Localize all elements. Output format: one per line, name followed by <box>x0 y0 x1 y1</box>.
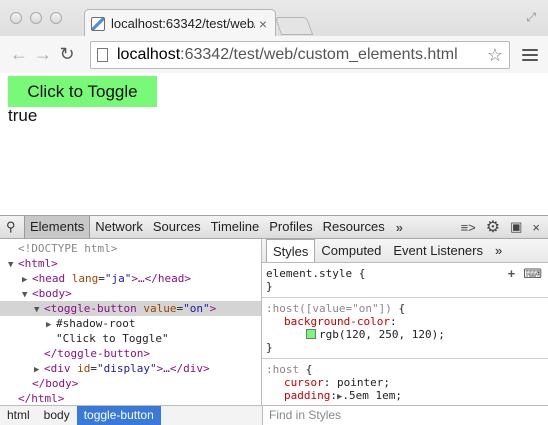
tab-resources[interactable]: Resources <box>318 216 390 238</box>
bookmark-star-icon[interactable]: ☆ <box>487 45 503 66</box>
search-icon[interactable]: ⚲ <box>6 219 24 235</box>
breadcrumb-html[interactable]: html <box>0 406 37 425</box>
css-prop-cursor[interactable]: cursor: pointer; <box>266 376 544 389</box>
color-swatch-icon[interactable] <box>306 329 316 339</box>
gear-icon[interactable]: ⚙ <box>486 217 500 237</box>
url-text[interactable]: localhost:63342/test/web/custom_elements… <box>117 46 458 64</box>
new-style-rule-plus-icon[interactable]: + <box>508 267 516 280</box>
close-devtools-icon[interactable]: × <box>532 220 540 235</box>
styles-more-chevron-icon[interactable]: » <box>489 239 508 262</box>
fullscreen-icon[interactable]: ⤢ <box>526 10 536 25</box>
dom-node-shadow-root[interactable]: ▶ #shadow-root <box>0 316 261 331</box>
tab-network[interactable]: Network <box>90 216 148 238</box>
console-drawer-icon[interactable]: ≡> <box>461 220 476 235</box>
page-icon <box>97 47 108 62</box>
tab-timeline[interactable]: Timeline <box>206 216 265 238</box>
devtools-footer: html body toggle-button Find in Styles <box>0 405 548 425</box>
zoom-window-icon[interactable] <box>50 12 62 24</box>
find-in-styles-input[interactable]: Find in Styles <box>262 406 548 425</box>
more-tabs-chevron-icon[interactable]: » <box>390 220 409 235</box>
browser-titlebar: localhost:63342/test/web/ × ⤢ ← → ↻ loca… <box>0 0 548 73</box>
menu-icon[interactable] <box>522 48 538 61</box>
tab-title: localhost:63342/test/web/ <box>111 16 255 31</box>
css-prop-background-color[interactable]: background-color: <box>266 315 544 328</box>
dom-node-html-close[interactable]: </html> <box>0 391 261 405</box>
window-controls <box>10 12 62 24</box>
elements-tree[interactable]: <!DOCTYPE html> ▼ <html> ▶ <head lang="ja"… <box>0 239 262 405</box>
dom-node-head[interactable]: ▶ <head lang="ja">…</head> <box>0 271 261 286</box>
tab-profiles[interactable]: Profiles <box>264 216 317 238</box>
toggle-button[interactable]: Click to Toggle <box>8 76 157 107</box>
page-content: Click to Toggle true <box>0 74 548 215</box>
display-text: true <box>8 106 38 125</box>
dom-node-toggle-close[interactable]: </toggle-button> <box>0 346 261 361</box>
breadcrumb-toggle-button[interactable]: toggle-button <box>76 406 161 425</box>
css-value-background-color[interactable]: rgb(120, 250, 120); <box>266 328 544 341</box>
browser-toolbar: ← → ↻ localhost:63342/test/web/custom_el… <box>0 36 548 73</box>
dom-node-div-display[interactable]: ▶ <div id="display">…</div> <box>0 361 261 376</box>
tab-elements[interactable]: Elements <box>24 216 91 238</box>
page-favicon-icon <box>91 16 105 31</box>
new-tab-button[interactable] <box>274 17 314 35</box>
tab-styles[interactable]: Styles <box>266 239 316 262</box>
dom-node-body[interactable]: ▼ <body> <box>0 286 261 301</box>
devtools-toolbar: ⚲ Elements Network Sources Timeline Prof… <box>0 215 548 239</box>
tab-event-listeners[interactable]: Event Listeners <box>387 239 489 262</box>
dom-node-doctype[interactable]: <!DOCTYPE html> <box>0 241 261 256</box>
browser-tab[interactable]: localhost:63342/test/web/ × <box>84 9 276 37</box>
styles-sidebar: Styles Computed Event Listeners » elemen… <box>262 239 548 405</box>
tab-computed[interactable]: Computed <box>315 239 387 262</box>
minimize-window-icon[interactable] <box>30 12 42 24</box>
styles-tabs: Styles Computed Event Listeners » <box>262 239 548 263</box>
css-rule-host[interactable]: :host { cursor: pointer; padding:▶.5em 1… <box>262 359 548 405</box>
forward-button[interactable]: → <box>32 44 54 65</box>
css-prop-padding[interactable]: padding:▶.5em 1em; <box>266 389 544 404</box>
address-bar[interactable]: localhost:63342/test/web/custom_elements… <box>90 40 510 69</box>
tab-sources[interactable]: Sources <box>148 216 206 238</box>
dom-node-html[interactable]: ▼ <html> <box>0 256 261 271</box>
close-window-icon[interactable] <box>10 12 22 24</box>
dom-node-text[interactable]: "Click to Toggle" <box>0 331 261 346</box>
dom-node-body-close[interactable]: </body> <box>0 376 261 391</box>
breadcrumb-body[interactable]: body <box>37 406 77 425</box>
css-rule-host-value-on[interactable]: :host([value="on"]) { background-color: … <box>262 298 548 359</box>
dock-side-icon[interactable]: ▣ <box>510 219 522 235</box>
toggle-element-state-icon[interactable]: ⌨ <box>523 267 542 280</box>
url-host: localhost <box>117 45 181 63</box>
devtools-panel: ⚲ Elements Network Sources Timeline Prof… <box>0 215 548 425</box>
css-rule-element-style[interactable]: element.style { } + ⌨ <box>262 263 548 298</box>
dom-node-toggle-button[interactable]: ▼ <toggle-button value="on"> <box>0 301 261 316</box>
back-button[interactable]: ← <box>8 44 30 65</box>
reload-button[interactable]: ↻ <box>56 44 78 65</box>
url-path: :63342/test/web/custom_elements.html <box>180 45 458 63</box>
tab-close-icon[interactable]: × <box>259 16 267 32</box>
